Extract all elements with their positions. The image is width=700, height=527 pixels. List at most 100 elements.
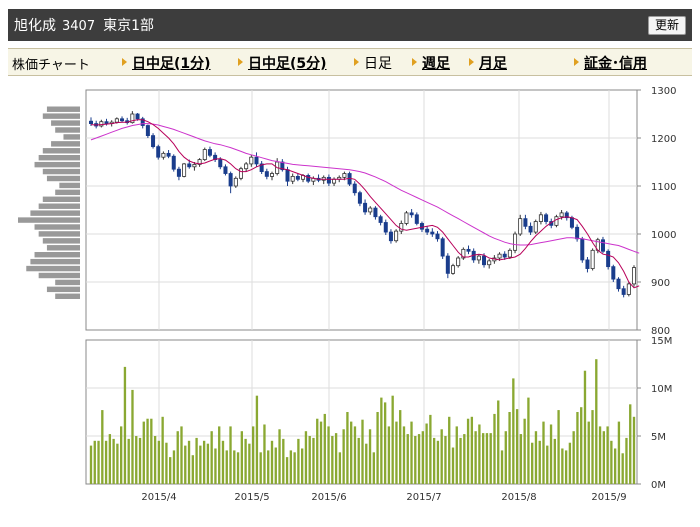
volume-profile-bar [38, 155, 80, 161]
volume-tick-label: 15M [651, 336, 672, 347]
volume-bar [463, 434, 466, 484]
candle-down [166, 152, 171, 157]
volume-profile-bar [55, 293, 80, 299]
volume-bar [93, 440, 96, 484]
volume-profile-bar [46, 286, 80, 293]
volume-bar [116, 443, 119, 484]
candle-up [404, 212, 409, 224]
volume-bar [248, 443, 251, 484]
volume-bar [233, 450, 236, 484]
volume-bar [429, 414, 432, 484]
volume-bar [308, 436, 311, 484]
volume-bar [515, 409, 519, 484]
volume-bar [538, 440, 541, 484]
candle-up [450, 265, 456, 274]
volume-profile-bar [34, 161, 80, 168]
volume-bar [267, 450, 270, 484]
volume-bar [323, 413, 326, 484]
volume-bar [576, 412, 579, 484]
volume-bar [440, 429, 443, 484]
volume-bar [613, 448, 617, 484]
candle-down [285, 169, 290, 182]
volume-profile-bar [55, 279, 80, 286]
volume-bar [508, 412, 511, 484]
candle-up [342, 173, 347, 178]
candle-down [388, 231, 393, 242]
volume-bar [274, 447, 277, 484]
volume-bar [221, 440, 225, 484]
candle-up [249, 156, 254, 165]
volume-bar [436, 440, 440, 484]
volume-bar [138, 437, 142, 484]
volume-bar [421, 431, 425, 484]
candle-up [161, 152, 166, 158]
volume-bar [368, 429, 372, 484]
volume-bar [606, 426, 609, 484]
x-tick-label: 2015/9 [591, 492, 626, 503]
volume-bar [187, 440, 191, 484]
price-tick-label: 1300 [651, 86, 676, 97]
volume-bar [459, 437, 462, 484]
volume-profile-bar [42, 148, 80, 154]
volume-bar [210, 431, 213, 484]
candle-down [445, 255, 450, 274]
volume-bar [176, 431, 179, 484]
candle-down [616, 278, 621, 290]
volume-profile [18, 106, 80, 299]
volume-bar [361, 419, 364, 484]
candle-up [590, 249, 595, 269]
volume-bar [395, 421, 398, 484]
volume-bar [172, 450, 176, 484]
volume-bar [127, 438, 130, 484]
volume-bar [131, 389, 134, 484]
candle-down [135, 113, 140, 120]
volume-bar [119, 426, 123, 484]
volume-bar [184, 445, 187, 484]
volume-bar [123, 366, 127, 484]
volume-profile-bar [63, 134, 80, 140]
candle-down [352, 183, 357, 194]
candle-down [326, 176, 331, 184]
candle-down [363, 202, 368, 213]
candle-down [218, 159, 223, 168]
price-chart: 130012001100100090080015M10M5M0M2015/4 20… [18, 86, 676, 503]
candle-down [569, 217, 574, 228]
volume-profile-bar [46, 175, 80, 182]
volume-bar [297, 438, 300, 484]
candle-down [621, 288, 626, 295]
volume-bar [546, 445, 549, 484]
volume-bar [451, 447, 455, 484]
volume-bar [580, 407, 583, 484]
volume-bar [251, 426, 255, 484]
volume-profile-bar [18, 217, 80, 223]
candle-down [295, 175, 300, 180]
volume-bar [448, 416, 451, 484]
volume-bar [402, 426, 406, 484]
volume-bar [602, 431, 606, 484]
candle-up [332, 178, 337, 184]
volume-bar [206, 443, 210, 484]
volume-bar [97, 440, 100, 484]
candle-down [228, 173, 233, 187]
x-tick-label: 2015/5 [234, 492, 269, 503]
volume-bar [101, 410, 104, 484]
price-tick-label: 1200 [651, 134, 676, 145]
candle-down [611, 266, 616, 280]
candle-down [145, 125, 150, 136]
volume-bar [406, 434, 409, 484]
volume-bar [214, 448, 217, 484]
price-tick-label: 900 [651, 278, 670, 289]
volume-bar [414, 436, 417, 484]
candle-up [192, 163, 197, 168]
volume-profile-bar [42, 113, 80, 119]
candle-down [600, 239, 605, 252]
volume-bar [391, 395, 394, 484]
volume-bar [372, 452, 375, 484]
volume-bar [146, 418, 149, 484]
candle-up [487, 260, 492, 266]
candle-down [373, 207, 378, 218]
volume-bar [236, 452, 240, 484]
volume-bar [259, 452, 262, 484]
candle-up [533, 221, 538, 233]
volume-bar [376, 412, 379, 484]
